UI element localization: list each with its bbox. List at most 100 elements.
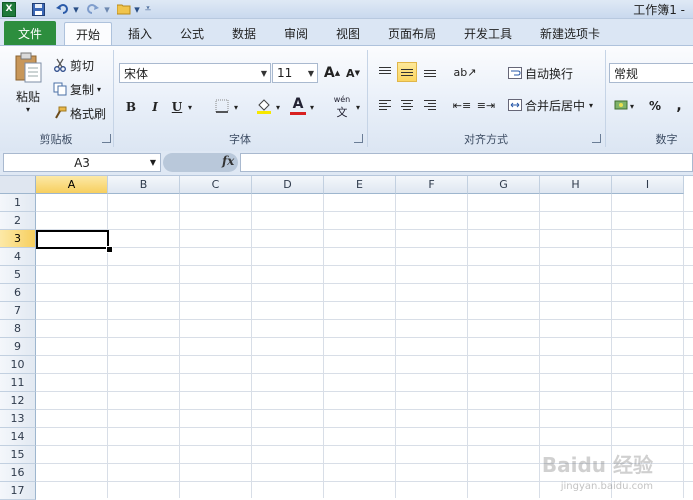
paste-dropdown-icon: ▾ <box>25 105 30 114</box>
tab-developer[interactable]: 开发工具 <box>454 22 522 45</box>
column-header-b[interactable]: B <box>108 176 180 194</box>
column-header-h[interactable]: H <box>540 176 612 194</box>
borders-button[interactable] <box>212 97 232 117</box>
number-format-combo[interactable]: 常规 <box>609 63 693 83</box>
column-header-i[interactable]: I <box>612 176 684 194</box>
align-right-button[interactable] <box>420 95 440 115</box>
column-header-a[interactable]: A <box>36 176 108 194</box>
fill-color-button[interactable] <box>254 97 274 117</box>
align-middle-button[interactable] <box>397 62 417 82</box>
wrap-text-button[interactable]: 自动换行 <box>507 63 573 83</box>
tab-file[interactable]: 文件 <box>4 21 56 45</box>
font-launcher-icon[interactable] <box>354 134 363 143</box>
tab-new[interactable]: 新建选项卡 <box>530 22 610 45</box>
tab-page-layout[interactable]: 页面布局 <box>378 22 446 45</box>
row-header-15[interactable]: 15 <box>0 446 36 464</box>
open-folder-icon[interactable] <box>116 1 132 17</box>
tab-formulas[interactable]: 公式 <box>170 22 214 45</box>
name-box[interactable]: A3 ▼ <box>3 153 161 172</box>
row-header-9[interactable]: 9 <box>0 338 36 356</box>
save-icon[interactable] <box>30 1 46 17</box>
align-center-button[interactable] <box>397 95 417 115</box>
formula-input[interactable] <box>240 153 693 172</box>
font-size-value: 11 <box>277 66 293 80</box>
font-color-button[interactable]: A <box>288 95 308 115</box>
tab-home[interactable]: 开始 <box>64 22 112 46</box>
underline-dropdown-icon[interactable]: ▾ <box>185 97 195 117</box>
row-header-13[interactable]: 13 <box>0 410 36 428</box>
grow-font-button[interactable]: A ▲ <box>322 63 342 83</box>
increase-indent-button[interactable]: ≡⇥ <box>476 95 496 115</box>
row-header-16[interactable]: 16 <box>0 464 36 482</box>
comma-button[interactable]: , <box>669 96 689 116</box>
worksheet-grid: ABCDEFGHI 1 2 3 4 5 6 7 8 9 10 11 12 13 14 15 16 17 Baid… <box>0 176 693 500</box>
row-header-3[interactable]: 3 <box>0 230 36 248</box>
underline-button[interactable]: U <box>167 97 187 117</box>
tab-insert[interactable]: 插入 <box>118 22 162 45</box>
align-left-button[interactable] <box>375 95 395 115</box>
clipboard-group-label: 剪贴板 <box>39 133 73 146</box>
paste-button[interactable]: 粘贴 ▾ <box>8 52 48 126</box>
borders-icon <box>215 99 229 116</box>
row-header-7[interactable]: 7 <box>0 302 36 320</box>
column-header-d[interactable]: D <box>252 176 324 194</box>
align-bottom-button[interactable] <box>420 62 440 82</box>
shrink-font-icon: A <box>346 66 355 80</box>
insert-function-icon[interactable]: fx <box>222 154 234 168</box>
italic-button[interactable]: I <box>145 97 165 117</box>
format-painter-button[interactable]: 格式刷 <box>52 104 106 122</box>
paste-icon <box>13 52 43 84</box>
column-header-c[interactable]: C <box>180 176 252 194</box>
row-header-8[interactable]: 8 <box>0 320 36 338</box>
fill-handle[interactable] <box>106 246 113 253</box>
font-group-label: 字体 <box>229 133 251 146</box>
customize-toolbar-icon[interactable]: ⩡ <box>143 1 153 17</box>
row-header-17[interactable]: 17 <box>0 482 36 500</box>
decrease-indent-button[interactable]: ⇤≡ <box>452 95 472 115</box>
active-cell-a3[interactable] <box>36 230 109 249</box>
tab-view[interactable]: 视图 <box>326 22 370 45</box>
font-color-dropdown-icon[interactable]: ▾ <box>307 97 317 117</box>
select-all-corner[interactable] <box>0 176 36 194</box>
borders-dropdown-icon[interactable]: ▾ <box>231 97 241 117</box>
shrink-font-button[interactable]: A ▼ <box>343 63 363 83</box>
accounting-format-button[interactable]: ▾ <box>612 96 636 116</box>
font-color-swatch <box>290 111 306 115</box>
font-size-combo[interactable]: 11 ▼ <box>272 63 318 83</box>
row-header-14[interactable]: 14 <box>0 428 36 446</box>
undo-dropdown-icon[interactable]: ▾ <box>72 1 80 17</box>
row-header-4[interactable]: 4 <box>0 248 36 266</box>
bold-button[interactable]: B <box>121 97 141 117</box>
row-header-10[interactable]: 10 <box>0 356 36 374</box>
row-header-11[interactable]: 11 <box>0 374 36 392</box>
open-dropdown-icon[interactable]: ▾ <box>133 1 141 17</box>
align-top-button[interactable] <box>375 62 395 82</box>
percent-button[interactable]: % <box>645 96 665 116</box>
column-header-e[interactable]: E <box>324 176 396 194</box>
merge-center-button[interactable]: 合并后居中 ▾ <box>507 95 593 115</box>
row-header-6[interactable]: 6 <box>0 284 36 302</box>
cut-button[interactable]: 剪切 <box>52 56 94 74</box>
row-header-5[interactable]: 5 <box>0 266 36 284</box>
phonetic-dropdown-icon[interactable]: ▾ <box>353 97 363 117</box>
fill-color-dropdown-icon[interactable]: ▾ <box>273 97 283 117</box>
undo-icon[interactable] <box>54 1 70 17</box>
tab-data[interactable]: 数据 <box>222 22 266 45</box>
tab-review[interactable]: 审阅 <box>274 22 318 45</box>
alignment-launcher-icon[interactable] <box>592 134 601 143</box>
alignment-group-label: 对齐方式 <box>464 133 508 146</box>
copy-button[interactable]: 复制 ▾ <box>52 80 101 98</box>
column-header-f[interactable]: F <box>396 176 468 194</box>
row-header-1[interactable]: 1 <box>0 194 36 212</box>
column-header-g[interactable]: G <box>468 176 540 194</box>
redo-icon[interactable] <box>84 1 100 17</box>
row-header-12[interactable]: 12 <box>0 392 36 410</box>
clipboard-launcher-icon[interactable] <box>102 134 111 143</box>
redo-dropdown-icon[interactable]: ▾ <box>103 1 111 17</box>
row-header-2[interactable]: 2 <box>0 212 36 230</box>
cut-label: 剪切 <box>70 58 95 73</box>
font-name-combo[interactable]: 宋体 ▼ <box>119 63 271 83</box>
orientation-button[interactable]: ab↗ <box>452 62 478 82</box>
copy-label: 复制 <box>70 82 95 97</box>
phonetic-button[interactable]: wén 文 <box>330 95 354 119</box>
